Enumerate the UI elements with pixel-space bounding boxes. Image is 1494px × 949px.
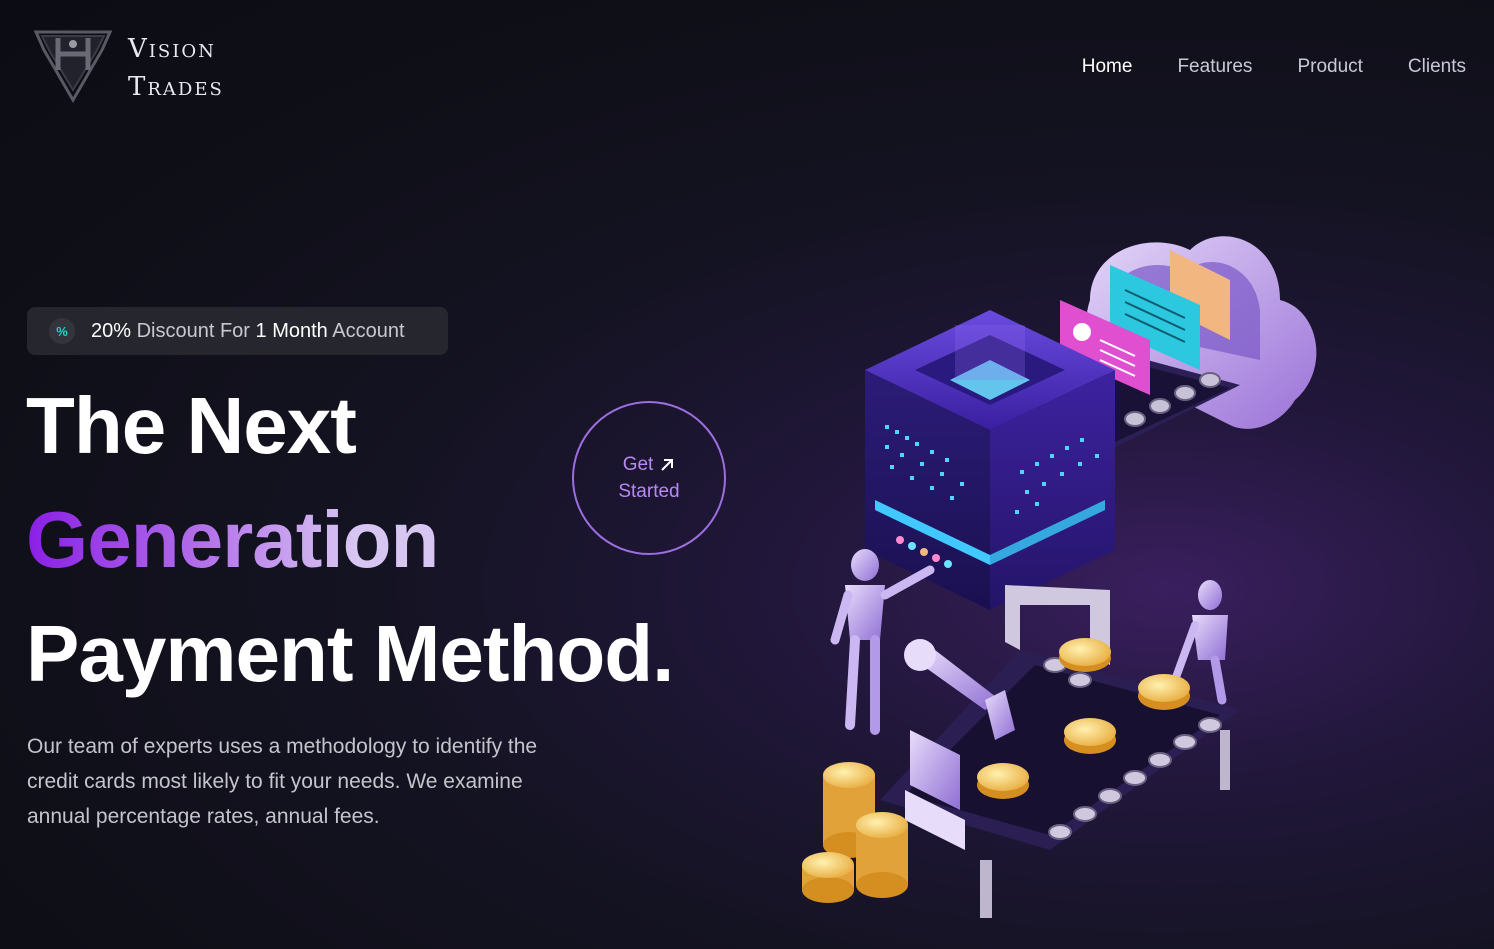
hero-title-line1: The Next <box>26 381 357 470</box>
percent-icon: % <box>49 318 75 344</box>
brand-name-line2: Trades <box>128 72 224 102</box>
cta-line1: Get <box>622 454 654 475</box>
discount-badge: % 20% Discount For 1 Month Account <box>27 307 448 355</box>
arrow-up-right-icon <box>661 458 674 471</box>
nav-product-link[interactable]: Product <box>1297 56 1362 78</box>
robot-figure-left <box>830 549 935 735</box>
hero-description: Our team of experts uses a methodology t… <box>27 735 538 828</box>
payment-factory-illustration <box>802 236 1317 918</box>
brand-name-line1: Vision <box>128 34 216 64</box>
discount-percent: 20% <box>91 319 132 342</box>
hero-title-line2: Generation <box>26 495 439 584</box>
cta-line2: Started <box>618 481 680 502</box>
main-nav: Home Features Product Clients <box>1082 56 1466 78</box>
hero-title-line3: Payment Method. <box>26 609 674 698</box>
shield-logo-icon <box>33 30 113 103</box>
discount-months: 1 Month <box>255 319 328 342</box>
brand-logo[interactable]: Vision Trades <box>32 28 262 108</box>
nav-features-link[interactable]: Features <box>1177 56 1252 78</box>
get-started-button[interactable]: Get Started <box>572 401 726 555</box>
discount-text: 20% Discount For 1 Month Account <box>91 320 405 343</box>
nav-home-link[interactable]: Home <box>1082 56 1133 78</box>
server-cube <box>865 310 1115 610</box>
nav-clients-link[interactable]: Clients <box>1408 56 1466 78</box>
discount-text2: Account <box>332 319 405 342</box>
discount-text1: Discount For <box>136 319 250 342</box>
